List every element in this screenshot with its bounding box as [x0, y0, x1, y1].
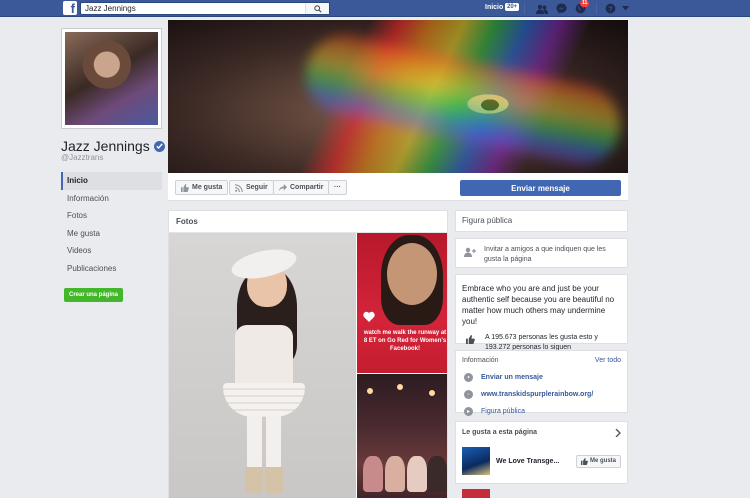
doll-boot — [265, 467, 283, 493]
photo-person — [407, 456, 427, 492]
page-name-text: Jazz Jennings — [61, 138, 150, 154]
photo-person — [363, 456, 383, 492]
photo-light — [429, 390, 435, 396]
nav-item-videos[interactable]: Videos — [61, 242, 162, 260]
info-category-row[interactable]: ▸ Figura pública — [456, 403, 627, 420]
doll-skirt — [223, 383, 305, 417]
topbar-divider — [596, 3, 597, 14]
heart-icon — [363, 311, 375, 322]
messenger-small-icon: • — [464, 373, 473, 382]
liked-page-thumbnail[interactable] — [462, 447, 490, 475]
doll-leg — [266, 415, 281, 473]
page-handle[interactable]: @Jazztrans — [61, 153, 103, 162]
photo-light — [397, 384, 403, 390]
doll-boot — [245, 467, 263, 493]
photo-person — [385, 456, 405, 492]
share-label: Compartir — [290, 184, 324, 191]
doll-leg — [247, 415, 262, 473]
page-action-bar: Me gusta Seguir Compartir ··· Enviar men… — [168, 173, 628, 201]
page-navigation: Inicio Información Fotos Me gusta Videos… — [61, 172, 162, 277]
page-title: Jazz Jennings — [61, 138, 165, 154]
nav-item-fotos[interactable]: Fotos — [61, 207, 162, 225]
home-count-badge: 20+ — [505, 3, 520, 11]
more-options-button[interactable]: ··· — [328, 180, 347, 195]
nav-item-me-gusta[interactable]: Me gusta — [61, 225, 162, 243]
thumbs-up-icon — [181, 183, 189, 192]
liked-pages-header: Le gusta a esta página — [456, 422, 627, 443]
invite-row: Invitar a amigos a que indiquen que les … — [456, 239, 627, 271]
info-send-message: Enviar un mensaje — [481, 374, 543, 381]
search-button[interactable] — [305, 3, 329, 14]
search-icon — [313, 4, 322, 13]
share-arrow-icon — [279, 183, 287, 191]
svg-text:?: ? — [608, 4, 613, 13]
thumbs-up-icon — [466, 335, 475, 344]
about-text: Embrace who you are and just be your aut… — [462, 284, 615, 326]
home-link[interactable]: Inicio — [485, 4, 503, 11]
notification-count-badge: 11 — [580, 0, 590, 7]
info-website-row[interactable]: ◦ www.transkidspurplerainbow.org/ — [456, 386, 627, 403]
photo-tile-doll[interactable] — [169, 233, 356, 498]
profile-picture[interactable] — [61, 28, 162, 129]
facebook-logo-icon[interactable]: f — [63, 1, 77, 15]
photo-caption: watch me walk the runway at 8 ET on Go R… — [363, 330, 447, 352]
chevron-right-icon[interactable] — [615, 429, 621, 437]
liked-page-row: We Love Transge... Me gusta — [456, 443, 627, 481]
invite-card[interactable]: Invitar a amigos a que indiquen que les … — [455, 238, 628, 268]
liked-page-name[interactable]: We Love Transge... — [496, 458, 559, 465]
search-box — [80, 2, 330, 15]
liked-pages-card: Le gusta a esta página We Love Transge..… — [455, 421, 628, 484]
more-options-label: ··· — [334, 184, 341, 191]
add-person-icon — [464, 247, 476, 257]
liked-pages-title: Le gusta a esta página — [462, 429, 538, 436]
nav-item-informacion[interactable]: Información — [61, 190, 162, 208]
info-see-all-link[interactable]: Ver todo — [595, 357, 621, 364]
globe-icon: ◦ — [464, 390, 473, 399]
photo-tile-go-red[interactable]: watch me walk the runway at 8 ET on Go R… — [357, 233, 447, 373]
send-message-button[interactable]: Enviar mensaje — [460, 180, 621, 196]
info-card: Información Ver todo • Enviar un mensaje… — [455, 350, 628, 416]
photos-card-title[interactable]: Fotos — [169, 211, 447, 233]
photo-person — [427, 456, 447, 492]
info-website: www.transkidspurplerainbow.org/ — [481, 391, 594, 398]
create-page-button[interactable]: Crear una página — [64, 288, 124, 302]
nav-item-inicio[interactable]: Inicio — [61, 172, 162, 190]
verified-badge-icon — [153, 140, 165, 152]
photo-face — [387, 243, 437, 305]
invite-text: Invitar a amigos a que indiquen que les … — [484, 246, 606, 263]
profile-photo-image — [65, 32, 158, 125]
thumbs-up-icon — [580, 457, 588, 465]
cover-rainbow-light — [298, 27, 628, 173]
about-card: Embrace who you are and just be your aut… — [455, 274, 628, 351]
cover-photo[interactable] — [168, 20, 628, 173]
photo-tile-group[interactable] — [357, 374, 447, 498]
caret-down-icon[interactable] — [619, 2, 632, 15]
flag-icon: ▸ — [464, 407, 473, 416]
rss-follow-icon — [235, 183, 243, 192]
category-label[interactable]: Figura pública — [462, 216, 512, 225]
info-header: Información Ver todo — [456, 351, 627, 369]
share-button[interactable]: Compartir — [273, 180, 330, 195]
photos-card: Fotos watch me walk the runway at 8 ET o… — [168, 210, 448, 498]
like-label: Me gusta — [192, 184, 223, 191]
partial-thumbnail[interactable] — [462, 489, 490, 498]
liked-page-like-label: Me gusta — [589, 458, 616, 464]
info-send-message-row[interactable]: • Enviar un mensaje — [456, 369, 627, 386]
photo-light — [367, 388, 373, 394]
messenger-icon[interactable] — [555, 2, 568, 15]
follow-label: Seguir — [246, 184, 268, 191]
nav-item-publicaciones[interactable]: Publicaciones — [61, 260, 162, 278]
info-title: Información — [462, 357, 499, 364]
follow-button[interactable]: Seguir — [229, 180, 274, 195]
search-input[interactable] — [81, 3, 303, 14]
topbar-divider — [524, 3, 525, 14]
like-page-button[interactable]: Me gusta — [175, 180, 229, 195]
liked-page-like-button[interactable]: Me gusta — [575, 454, 621, 468]
top-navigation-bar: f Inicio 20+ 11 ? — [0, 0, 750, 17]
help-icon[interactable]: ? — [604, 2, 617, 15]
info-category: Figura pública — [481, 408, 525, 415]
friends-icon[interactable] — [535, 2, 548, 15]
